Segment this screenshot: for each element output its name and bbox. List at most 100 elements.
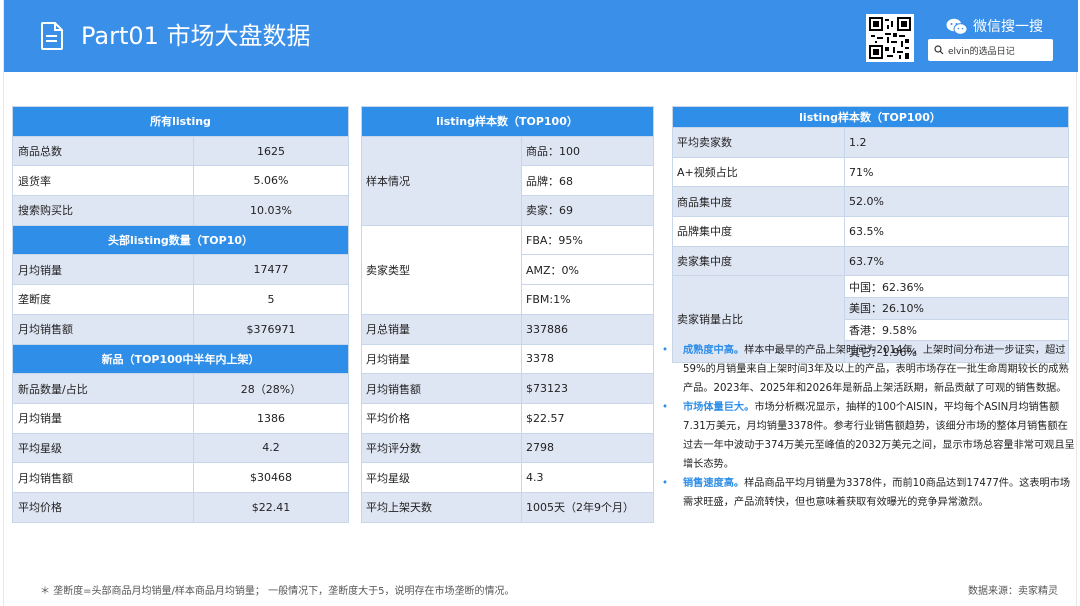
row-value: FBA：95% — [520, 224, 655, 256]
row-label: 平均星级 — [361, 462, 522, 493]
row-value: 中国：62.36% — [843, 275, 1070, 299]
row-value: 美国：26.10% — [843, 297, 1070, 320]
table-row: 平均评分数 2798 — [361, 432, 655, 464]
row-value: 28（28%） — [192, 373, 350, 404]
row-label: 平均价格 — [361, 402, 522, 434]
row-label: 平均上架天数 — [361, 491, 522, 523]
row-value: $22.41 — [192, 491, 350, 523]
search-text: elvin的选品日记 — [948, 46, 1015, 57]
row-value: 52.0% — [843, 186, 1070, 218]
row-label: 月均销量 — [12, 254, 194, 286]
table-section-title: 所有listing — [11, 106, 350, 137]
row-label: 品牌集中度 — [672, 216, 845, 247]
search-icon — [934, 45, 944, 55]
row-label: 搜索购买比 — [12, 195, 194, 226]
row-value: 1005天（2年9个月） — [520, 491, 655, 523]
document-icon — [41, 22, 63, 50]
table-row: 平均卖家数 1.2 — [672, 127, 1070, 158]
row-label: 卖家类型 — [361, 224, 522, 315]
row-value: 17477 — [192, 254, 350, 286]
table-section-title: 新品（TOP100中半年内上架） — [11, 343, 350, 375]
row-label: 平均卖家数 — [672, 127, 845, 158]
row-label: 平均价格 — [12, 491, 194, 523]
table-row: 品牌集中度 63.5% — [672, 216, 1070, 247]
row-value: 4.3 — [520, 462, 655, 493]
wechat-search-text: 微信搜一搜 — [973, 19, 1043, 35]
table-row: 商品集中度 52.0% — [672, 186, 1070, 218]
row-value: 品牌：68 — [520, 165, 655, 197]
row-label: 退货率 — [12, 165, 194, 197]
row-value: 4.2 — [192, 432, 350, 464]
bullet-dot-icon: • — [662, 402, 669, 413]
row-label: 月均销售额 — [12, 313, 194, 345]
footnote: ＊ 垄断度=头部商品月均销量/样本商品月均销量； 一般情况下，垄断度大于5，说明… — [40, 586, 515, 597]
row-value: $376971 — [192, 313, 350, 345]
row-label: 平均评分数 — [361, 432, 522, 464]
wechat-icon — [946, 18, 968, 35]
row-label: 新品数量/占比 — [12, 373, 194, 404]
table-row: 退货率 5.06% — [12, 165, 350, 197]
table-row: 平均上架天数 1005天（2年9个月） — [361, 491, 655, 523]
table-title: listing样本数（TOP100） — [360, 106, 655, 137]
row-value: FBM:1% — [520, 284, 655, 315]
row-value: 3378 — [520, 343, 655, 375]
table-row: 垄断度 5 — [12, 284, 350, 315]
bullet-heading: 市场体量巨大。 — [683, 402, 755, 413]
table-row: 平均星级 4.2 — [12, 432, 350, 464]
row-label: 样本情况 — [361, 135, 522, 226]
row-label: 月均销量 — [361, 343, 522, 375]
table-row: 平均星级 4.3 — [361, 462, 655, 493]
row-value: 卖家：69 — [520, 195, 655, 226]
table-row: 商品总数 1625 — [12, 135, 350, 167]
row-value: 63.7% — [843, 245, 1070, 277]
table-row: 月均销售额 $73123 — [361, 373, 655, 404]
qr-code — [866, 14, 914, 62]
row-value: 5 — [192, 284, 350, 315]
table-row: 月均销量 1386 — [12, 402, 350, 434]
row-value: 71% — [843, 156, 1070, 188]
table-row: 月均销售额 $30468 — [12, 462, 350, 493]
table-title: listing样本数（TOP100） — [671, 106, 1070, 128]
row-label: 月均销售额 — [361, 373, 522, 404]
table-row: 月均销量 17477 — [12, 254, 350, 286]
row-label: 月均销售额 — [12, 462, 194, 493]
table-all-listing: 所有listing 商品总数 1625 退货率 5.06% 搜索购买比 10.03% … — [11, 106, 350, 523]
bullet-heading: 销售速度高。 — [683, 478, 745, 489]
table-row: 卖家集中度 63.7% — [672, 245, 1070, 277]
list-item: • 成熟度中高。样本中最早的产品上架时间为2014年，上架时间分布进一步证实，超… — [662, 341, 1076, 398]
row-label: 商品集中度 — [672, 186, 845, 218]
row-value: 1386 — [192, 402, 350, 434]
table-row: 搜索购买比 10.03% — [12, 195, 350, 226]
table-row: 月均销量 3378 — [361, 343, 655, 375]
table-row: 平均价格 $22.57 — [361, 402, 655, 434]
table-row: 月总销量 337886 — [361, 313, 655, 345]
row-value: 5.06% — [192, 165, 350, 197]
row-label: 月均销量 — [12, 402, 194, 434]
list-item: • 销售速度高。样品商品平均月销量为3378件，而前10商品达到17477件。这… — [662, 474, 1076, 512]
bullet-dot-icon: • — [662, 345, 669, 356]
search-box[interactable]: elvin的选品日记 — [928, 39, 1053, 61]
qr-code-icon — [869, 17, 911, 59]
row-label: 垄断度 — [12, 284, 194, 315]
bullet-dot-icon: • — [662, 478, 669, 489]
slide: Part01 市场大盘数据 微信搜一搜 elvin的选品日记 所有listing… — [3, 0, 1078, 606]
data-source: 数据来源：卖家精灵 — [968, 586, 1058, 597]
row-label: 平均星级 — [12, 432, 194, 464]
row-value: 香港：9.58% — [843, 318, 1070, 342]
row-value: 2798 — [520, 432, 655, 464]
list-item: • 市场体量巨大。市场分析概况显示，抽样的100个AISIN，平均每个ASIN月… — [662, 398, 1076, 474]
table-listing-sample: listing样本数（TOP100） 样本情况 商品：100 品牌：68 卖家：6… — [360, 106, 655, 523]
bullet-heading: 成熟度中高。 — [683, 345, 745, 356]
table-row: 新品数量/占比 28（28%） — [12, 373, 350, 404]
row-label: 卖家集中度 — [672, 245, 845, 277]
header-bar: Part01 市场大盘数据 微信搜一搜 elvin的选品日记 — [4, 0, 1078, 72]
row-label: A+视频占比 — [672, 156, 845, 188]
row-value: 商品：100 — [520, 135, 655, 167]
row-value: $30468 — [192, 462, 350, 493]
row-label: 商品总数 — [12, 135, 194, 167]
table-section-title: 头部listing数量（TOP10） — [11, 224, 350, 256]
row-value: 337886 — [520, 313, 655, 345]
page-title: Part01 市场大盘数据 — [81, 22, 311, 50]
row-value: 63.5% — [843, 216, 1070, 247]
row-value: 1625 — [192, 135, 350, 167]
